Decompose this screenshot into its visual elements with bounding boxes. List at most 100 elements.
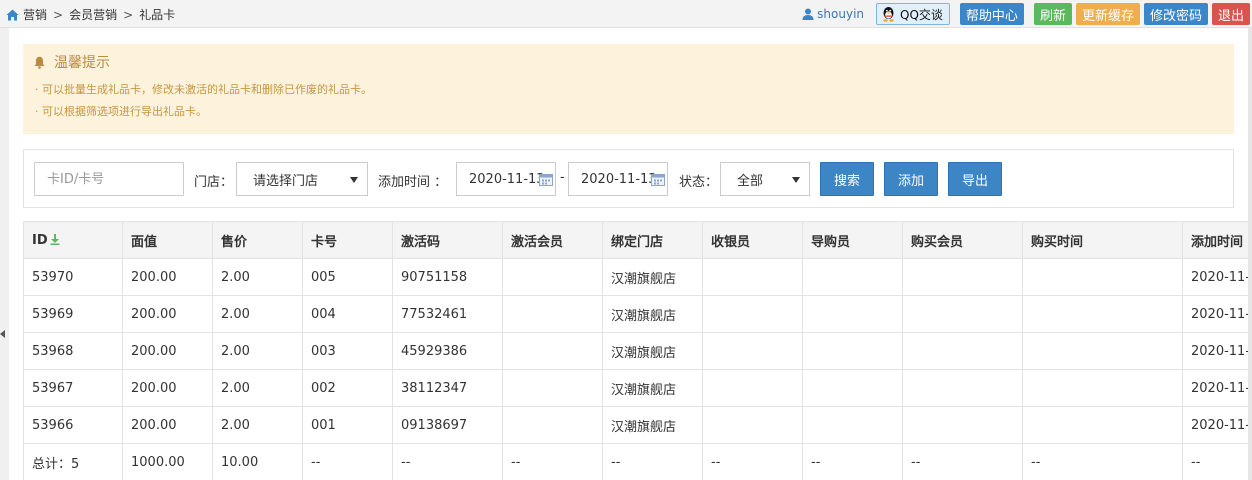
help-center-button[interactable]: 帮助中心 bbox=[959, 3, 1024, 25]
add-button[interactable]: 添加 bbox=[884, 162, 938, 196]
store-label: 门店： bbox=[194, 175, 234, 190]
column-header-add-time: 添加时间 bbox=[1182, 221, 1252, 259]
table-cell: 53966 bbox=[23, 406, 123, 444]
table-cell: 200.00 bbox=[122, 406, 213, 444]
sidebar-toggle-arrow-icon[interactable] bbox=[0, 330, 5, 338]
column-header-activated-member: 激活会员 bbox=[502, 221, 603, 259]
column-header-bound-store: 绑定门店 bbox=[602, 221, 703, 259]
refresh-button[interactable]: 刷新 bbox=[1033, 3, 1072, 25]
date-range-separator: - bbox=[560, 170, 565, 185]
qq-chat-button[interactable]: QQ交谈 bbox=[876, 3, 950, 25]
qq-penguin-icon bbox=[883, 7, 894, 22]
table-cell bbox=[702, 332, 803, 370]
table-cell: 2020-11-1 bbox=[1182, 295, 1252, 333]
breadcrumb-item-gift-card: 礼品卡 bbox=[139, 8, 176, 22]
table-row: 53969 200.00 2.00 004 77532461 汉潮旗舰店 2020-11-1 bbox=[23, 295, 1252, 333]
table-cell bbox=[902, 295, 1023, 333]
chevron-down-icon bbox=[792, 177, 800, 183]
table-cell: 2.00 bbox=[212, 295, 303, 333]
header-actions: shouyin QQ交谈 帮助中心 刷新 更新缓存 修改密码 退出 bbox=[802, 2, 1252, 26]
table-cell: 200.00 bbox=[122, 369, 213, 407]
calendar-icon[interactable] bbox=[651, 173, 665, 186]
table-cell bbox=[702, 406, 803, 444]
sort-down-icon[interactable] bbox=[50, 233, 60, 245]
table-cell: 005 bbox=[302, 258, 393, 296]
column-header-price: 售价 bbox=[212, 221, 303, 259]
search-button[interactable]: 搜索 bbox=[820, 162, 874, 196]
table-cell bbox=[902, 332, 1023, 370]
breadcrumb-item-member-marketing[interactable]: 会员营销 bbox=[69, 6, 117, 23]
table-cell: 45929386 bbox=[392, 332, 503, 370]
vertical-scrollbar[interactable] bbox=[1248, 28, 1252, 480]
breadcrumb-item-marketing[interactable]: 营销 bbox=[23, 6, 47, 23]
table-cell bbox=[902, 406, 1023, 444]
calendar-icon[interactable] bbox=[539, 173, 553, 186]
table-cell: 总计：5 bbox=[23, 443, 123, 480]
change-password-button[interactable]: 修改密码 bbox=[1143, 3, 1208, 25]
table-cell: 200.00 bbox=[122, 258, 213, 296]
store-select[interactable]: 请选择门店 bbox=[236, 162, 368, 196]
content-panel: 温馨提示 · 可以批量生成礼品卡，修改未激活的礼品卡和删除已作废的礼品卡。 · … bbox=[9, 28, 1252, 480]
table-cell: 003 bbox=[302, 332, 393, 370]
table-header-row: ID 面值 售价 卡号 激活码 激活会员 绑定门店 收银员 导购员 购买会员 购… bbox=[23, 221, 1252, 259]
table-total-row: 总计：5 1000.00 10.00 -- -- -- -- -- -- -- -- -- bbox=[23, 443, 1252, 480]
table-cell: 2020-11-1 bbox=[1182, 369, 1252, 407]
table-cell bbox=[502, 332, 603, 370]
status-select-value: 全部 bbox=[737, 173, 764, 189]
table-row: 53970 200.00 2.00 005 90751158 汉潮旗舰店 2020-11-1 bbox=[23, 258, 1252, 296]
table-cell: 53967 bbox=[23, 369, 123, 407]
tips-header: 温馨提示 bbox=[33, 52, 110, 72]
table-cell: 汉潮旗舰店 bbox=[602, 369, 703, 407]
table-cell bbox=[802, 332, 903, 370]
gift-card-table: ID 面值 售价 卡号 激活码 激活会员 绑定门店 收银员 导购员 购买会员 购… bbox=[23, 221, 1252, 480]
table-cell: 90751158 bbox=[392, 258, 503, 296]
table-cell: -- bbox=[602, 443, 703, 480]
table-cell: -- bbox=[392, 443, 503, 480]
date-from-value: 2020-11-13 bbox=[469, 171, 545, 187]
table-cell bbox=[1022, 369, 1183, 407]
column-header-cashier: 收银员 bbox=[702, 221, 803, 259]
table-cell bbox=[502, 406, 603, 444]
table-row: 53966 200.00 2.00 001 09138697 汉潮旗舰店 2020-11-1 bbox=[23, 406, 1252, 444]
table-cell bbox=[802, 295, 903, 333]
tips-box: 温馨提示 · 可以批量生成礼品卡，修改未激活的礼品卡和删除已作废的礼品卡。 · … bbox=[23, 44, 1234, 134]
table-cell bbox=[1022, 295, 1183, 333]
table-cell bbox=[802, 258, 903, 296]
update-cache-button[interactable]: 更新缓存 bbox=[1075, 3, 1140, 25]
bell-icon bbox=[34, 56, 45, 69]
table-cell: 汉潮旗舰店 bbox=[602, 332, 703, 370]
table-cell bbox=[702, 295, 803, 333]
table-cell bbox=[702, 369, 803, 407]
table-cell bbox=[902, 369, 1023, 407]
table-cell: 002 bbox=[302, 369, 393, 407]
table-cell: -- bbox=[502, 443, 603, 480]
home-icon[interactable] bbox=[6, 9, 19, 21]
column-header-card-no: 卡号 bbox=[302, 221, 393, 259]
export-button[interactable]: 导出 bbox=[948, 162, 1002, 196]
date-to-value: 2020-11-13 bbox=[581, 171, 657, 187]
table-body: 53970 200.00 2.00 005 90751158 汉潮旗舰店 2020-11-1… bbox=[23, 258, 1252, 480]
column-header-buyer-member: 购买会员 bbox=[902, 221, 1023, 259]
column-header-activation-code: 激活码 bbox=[392, 221, 503, 259]
date-from-input[interactable]: 2020-11-13 bbox=[456, 162, 556, 196]
date-to-input[interactable]: 2020-11-13 bbox=[568, 162, 668, 196]
card-search-input[interactable] bbox=[34, 162, 184, 196]
top-bar: 营销 > 会员营销 > 礼品卡 shouyin QQ交谈 帮助中心 刷新 更新缓… bbox=[0, 0, 1252, 28]
user-icon bbox=[802, 8, 814, 20]
status-select[interactable]: 全部 bbox=[720, 162, 810, 196]
table-cell: 2.00 bbox=[212, 406, 303, 444]
logout-button[interactable]: 退出 bbox=[1211, 3, 1250, 25]
table-cell: 汉潮旗舰店 bbox=[602, 258, 703, 296]
breadcrumb-separator: > bbox=[53, 7, 64, 22]
table-row: 53967 200.00 2.00 002 38112347 汉潮旗舰店 2020-11-1 bbox=[23, 369, 1252, 407]
current-user[interactable]: shouyin bbox=[802, 7, 864, 21]
table-cell: 2.00 bbox=[212, 369, 303, 407]
table-cell: 001 bbox=[302, 406, 393, 444]
qq-chat-label: QQ交谈 bbox=[900, 7, 943, 22]
table-cell: 汉潮旗舰店 bbox=[602, 295, 703, 333]
table-cell: 汉潮旗舰店 bbox=[602, 406, 703, 444]
column-header-id[interactable]: ID bbox=[23, 221, 123, 259]
table-cell bbox=[702, 258, 803, 296]
table-cell: 77532461 bbox=[392, 295, 503, 333]
column-header-shopping-guide: 导购员 bbox=[802, 221, 903, 259]
